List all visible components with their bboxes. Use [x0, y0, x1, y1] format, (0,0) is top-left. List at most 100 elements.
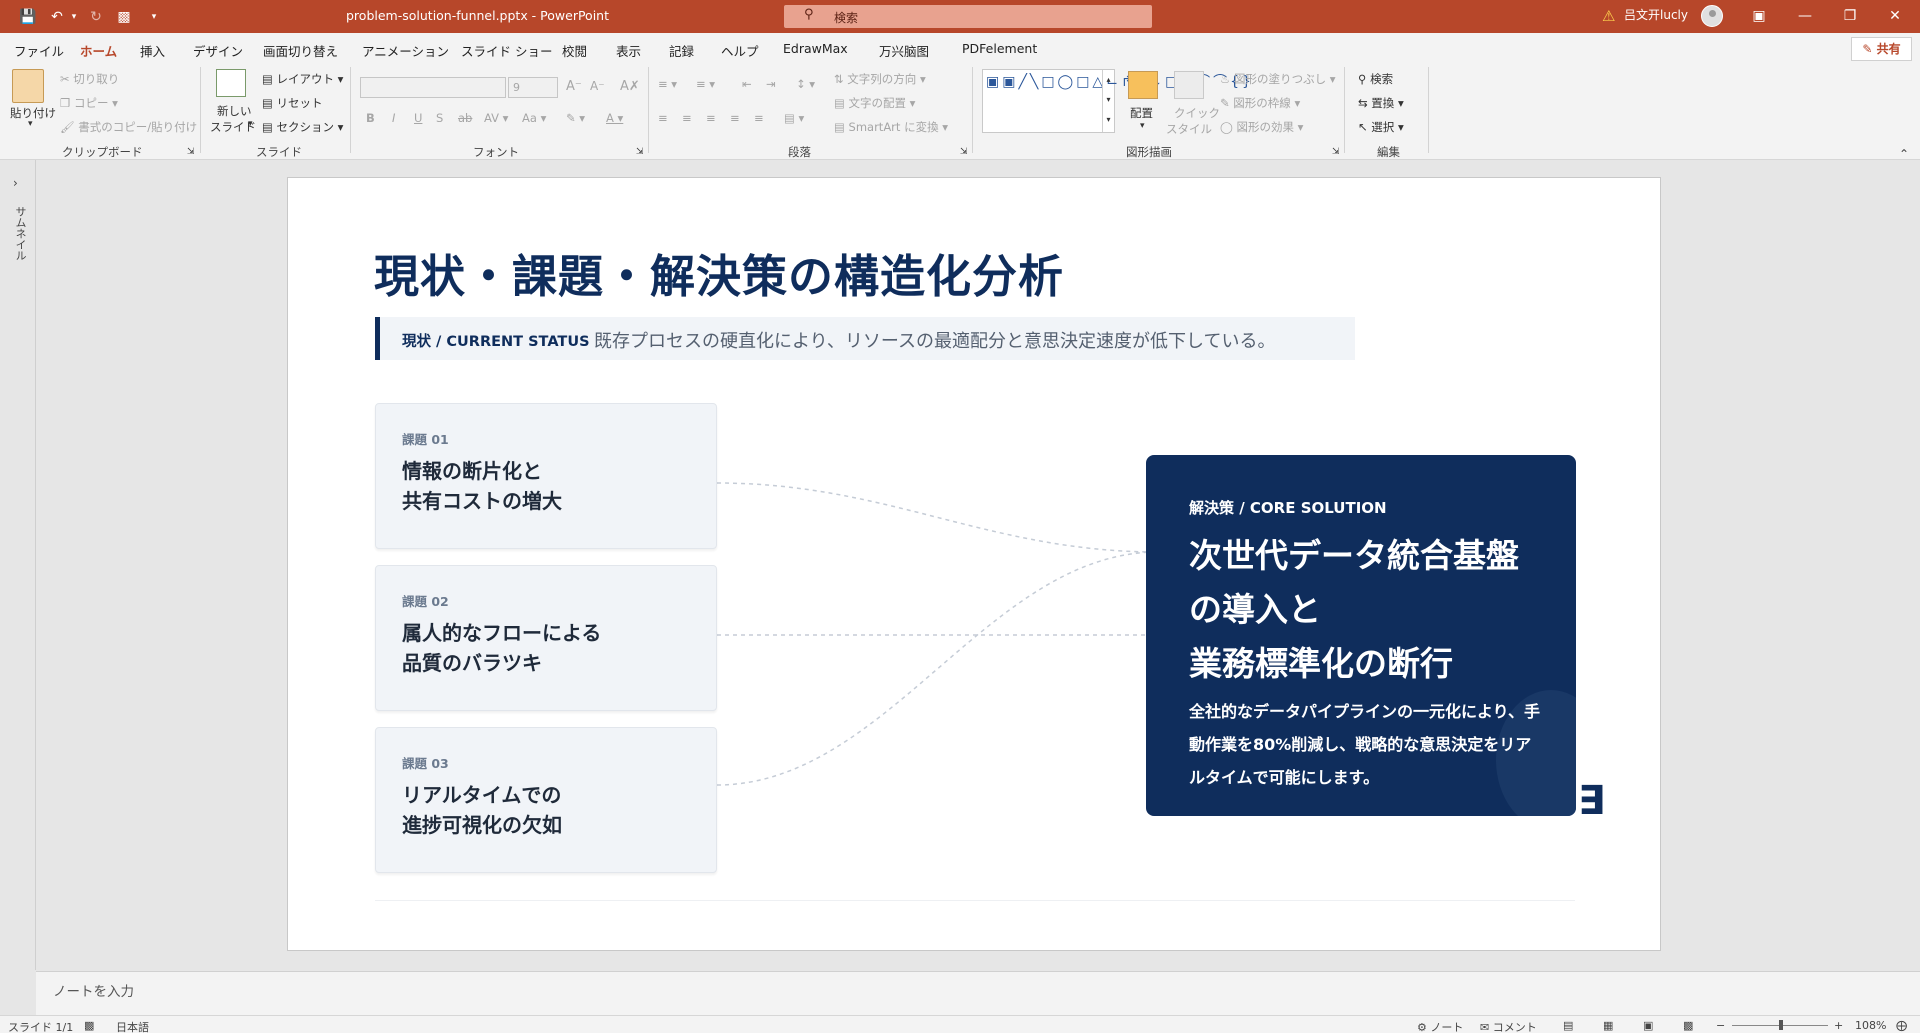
text-direction-label: 文字列の方向 — [847, 72, 917, 86]
thumbnail-label[interactable]: サムネイル — [12, 206, 28, 261]
font-size-value: 9 — [513, 81, 520, 94]
font-size-combobox[interactable]: 9 — [508, 77, 558, 98]
select-button[interactable]: ↖ 選択 ▾ — [1358, 119, 1404, 135]
avatar[interactable] — [1701, 5, 1723, 27]
collapse-ribbon-icon[interactable]: ⌃ — [1899, 147, 1909, 161]
problem-number: 課題 01 — [402, 432, 449, 447]
tab-view[interactable]: 表示 — [616, 41, 641, 60]
underline-icon: U — [414, 111, 423, 125]
group-label-font: フォント — [473, 145, 519, 159]
footer-divider — [375, 900, 1575, 901]
tab-design[interactable]: デザイン — [193, 41, 243, 60]
minimize-icon[interactable]: — — [1785, 4, 1825, 28]
ribbon-tabs: ファイル ホーム 挿入 デザイン 画面切り替え アニメーション スライド ショー… — [0, 33, 1920, 66]
slide-canvas[interactable]: 現状・課題・解決策の構造化分析 現状 / CURRENT STATUS 既存プロ… — [287, 177, 1661, 951]
align-right-icon: ≡ — [706, 111, 716, 125]
tab-review[interactable]: 校閲 — [562, 41, 587, 60]
tab-wanxing-mindmap[interactable]: 万兴脑图 — [879, 41, 929, 60]
solution-box[interactable]: 解決策 / CORE SOLUTION 次世代データ統合基盤 の導入と 業務標準… — [1146, 455, 1576, 816]
tab-pdfelement[interactable]: PDFelement — [962, 41, 1037, 56]
arrange-icon[interactable] — [1128, 71, 1158, 99]
redo-icon[interactable]: ↻ — [86, 7, 106, 27]
layout-button[interactable]: ▤ レイアウト ▾ — [262, 71, 343, 87]
fit-to-window-icon[interactable]: ⨁ — [1896, 1019, 1907, 1032]
problem-card-2[interactable]: 課題 02 属人的なフローによる 品質のバラツキ — [375, 565, 717, 711]
gallery-scroll[interactable]: ▴ ▾ ▾ — [1102, 70, 1114, 132]
tab-animations[interactable]: アニメーション — [362, 41, 449, 60]
reading-view-icon[interactable]: ▣ — [1643, 1019, 1653, 1032]
paste-button[interactable]: 貼り付け — [10, 105, 56, 121]
shape-fill-label: 図形の塗りつぶし — [1233, 72, 1327, 86]
close-icon[interactable]: ✕ — [1875, 4, 1915, 28]
slideshow-icon[interactable]: ▩ — [1683, 1019, 1693, 1032]
undo-dropdown-icon[interactable]: ▾ — [64, 7, 84, 27]
dialog-launcher-icon[interactable]: ⇲ — [187, 147, 195, 157]
justify-icon: ≡ — [730, 111, 740, 125]
paste-dropdown-icon[interactable]: ▾ — [28, 119, 33, 129]
shape-effects-label: 図形の効果 — [1236, 120, 1295, 134]
align-text-label: 文字の配置 — [848, 96, 907, 110]
start-slideshow-icon[interactable]: ▩ — [114, 7, 134, 27]
arrange-dropdown-icon[interactable]: ▾ — [1140, 121, 1145, 131]
notes-pane[interactable]: ノートを入力 — [36, 971, 1920, 1015]
zoom-level[interactable]: 108% — [1855, 1019, 1886, 1032]
tab-slideshow[interactable]: スライド ショー — [461, 41, 552, 60]
bullets-icon: ≡ ▾ — [658, 77, 678, 91]
increase-font-icon: A⁻ — [566, 79, 582, 94]
tab-edrawmax[interactable]: EdrawMax — [783, 41, 848, 56]
search-box[interactable]: ⚲ 検索 — [784, 5, 1152, 28]
expand-thumbnails-icon[interactable]: › — [13, 176, 18, 190]
status-bar: スライド 1/1 ▩ 日本語 ⚙ ノート ✉ コメント ▤ ▦ ▣ ▩ − + … — [0, 1015, 1920, 1033]
document-title: problem-solution-funnel.pptx - PowerPoin… — [346, 8, 610, 23]
share-button[interactable]: ✎ 共有 — [1851, 37, 1912, 61]
new-slide-label-1[interactable]: 新しい — [217, 103, 252, 119]
font-name-combobox[interactable] — [360, 77, 506, 98]
shape-outline-button: ✎ 図形の枠線 ▾ — [1220, 96, 1301, 110]
copy-button: ❐ コピー ▾ — [60, 96, 118, 110]
tab-insert[interactable]: 挿入 — [140, 41, 165, 60]
thumbnail-pane: › サムネイル — [0, 160, 36, 970]
ribbon-display-icon[interactable]: ▣ — [1739, 4, 1779, 28]
dialog-launcher-icon[interactable]: ⇲ — [636, 147, 644, 157]
zoom-out-button[interactable]: − — [1716, 1019, 1725, 1032]
new-slide-icon[interactable] — [216, 69, 246, 97]
comments-label: コメント — [1492, 1021, 1537, 1033]
shapes-glyphs: ▣▣╱╲□◯□△⌙↱⇨⇩□∽⌒⌒{} — [986, 74, 1254, 90]
save-icon[interactable]: 💾 — [18, 7, 38, 27]
tab-file[interactable]: ファイル — [14, 41, 64, 60]
zoom-in-button[interactable]: + — [1834, 1019, 1843, 1032]
slide-sorter-icon[interactable]: ▦ — [1603, 1019, 1613, 1032]
dialog-launcher-icon[interactable]: ⇲ — [960, 147, 968, 157]
zoom-slider-thumb[interactable] — [1779, 1020, 1783, 1030]
columns-icon: ▤ ▾ — [784, 111, 805, 125]
tab-record[interactable]: 記録 — [669, 41, 694, 60]
reset-button[interactable]: ▤ リセット — [262, 95, 323, 111]
language-indicator[interactable]: 日本語 — [116, 1019, 149, 1033]
restore-icon[interactable]: ❐ — [1830, 4, 1870, 28]
tab-home[interactable]: ホーム — [80, 41, 118, 66]
problem-card-3[interactable]: 課題 03 リアルタイムでの 進捗可視化の欠如 — [375, 727, 717, 873]
new-slide-dropdown-icon[interactable]: ▾ — [248, 119, 253, 129]
tab-help[interactable]: ヘルプ — [721, 41, 759, 60]
shadow-icon: S — [436, 111, 444, 125]
replace-button[interactable]: ⇆ 置換 ▾ — [1358, 95, 1404, 111]
group-separator — [200, 67, 201, 153]
normal-view-icon[interactable]: ▤ — [1563, 1019, 1573, 1032]
section-button[interactable]: ▤ セクション ▾ — [262, 119, 343, 135]
warning-icon[interactable]: ⚠ — [1602, 7, 1615, 25]
arrange-button[interactable]: 配置 — [1130, 105, 1153, 121]
group-separator — [1428, 67, 1429, 153]
dialog-launcher-icon[interactable]: ⇲ — [1332, 147, 1340, 157]
paste-icon[interactable] — [12, 69, 44, 103]
find-button[interactable]: ⚲ 検索 — [1358, 71, 1393, 87]
comments-button[interactable]: ✉ コメント — [1480, 1019, 1537, 1033]
notes-button[interactable]: ⚙ ノート — [1417, 1019, 1463, 1033]
user-name[interactable]: 吕文开lucly — [1624, 6, 1688, 23]
tab-transitions[interactable]: 画面切り替え — [263, 41, 338, 60]
accessibility-icon[interactable]: ▩ — [84, 1019, 94, 1032]
problem-card-1[interactable]: 課題 01 情報の断片化と 共有コストの増大 — [375, 403, 717, 549]
find-label: 検索 — [1370, 72, 1394, 86]
customize-toolbar-icon[interactable]: ▾ — [144, 7, 164, 27]
shapes-gallery[interactable]: ▣▣╱╲□◯□△⌙↱⇨⇩□∽⌒⌒{} ▴ ▾ ▾ — [982, 69, 1254, 133]
connector-line-3 — [716, 551, 1159, 786]
